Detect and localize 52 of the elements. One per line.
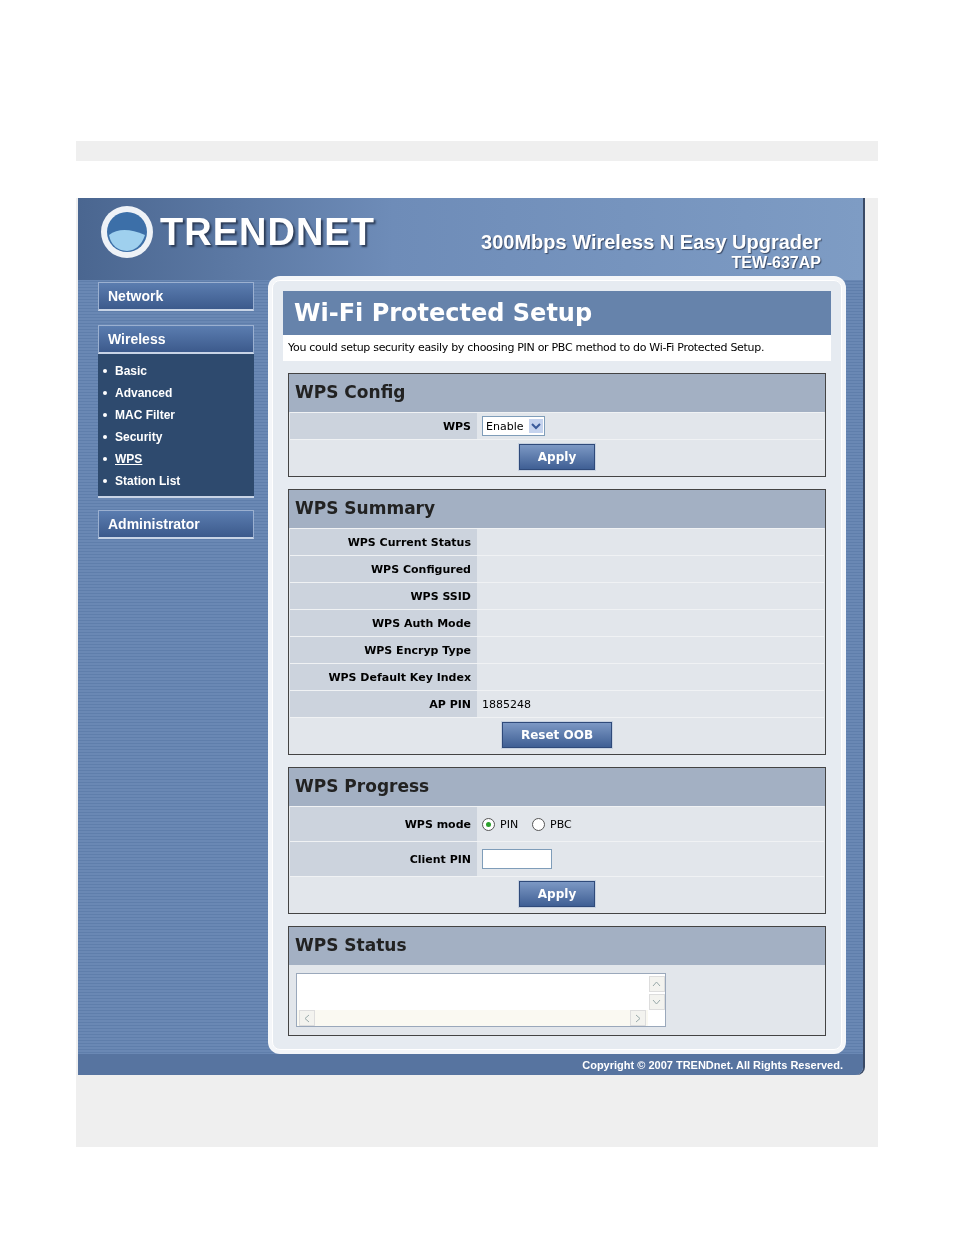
field-label: WPS mode [290,807,477,841]
bullet-icon [103,413,107,417]
field-label: WPS Auth Mode [290,610,477,636]
section-title: WPS Config [289,374,825,412]
bullet-icon [103,391,107,395]
section-title: WPS Progress [289,768,825,806]
section-title: WPS Status [289,927,825,965]
menu-group-button[interactable]: Wireless [98,325,254,354]
radio-button[interactable] [532,817,546,831]
scroll-down-icon[interactable] [648,994,665,1010]
field-value: 1885248 [482,697,531,711]
logo-icon [100,205,154,259]
bullet-icon [103,369,107,373]
copyright-text: Copyright © 2007 TRENDnet. All Rights Reserved. [582,1058,843,1071]
submenu-link[interactable]: Station List [115,474,181,488]
submenu-link[interactable]: MAC Filter [115,408,175,422]
status-log-box[interactable] [296,973,666,1027]
action-button[interactable]: Apply [518,444,596,470]
radio-label: PBC [550,817,572,831]
page-title: Wi-Fi Protected Setup [283,291,831,335]
bullet-icon [103,457,107,461]
field-label: WPS Default Key Index [290,664,477,690]
page-description: You could setup security easily by choosing PIN or PBC method to do Wi-Fi Protected Setup. [283,335,831,361]
scroll-up-icon[interactable] [648,976,665,992]
field-label: WPS Configured [290,556,477,582]
action-button[interactable]: Reset OOB [501,722,613,748]
field-label: WPS SSID [290,583,477,609]
scroll-right-icon[interactable] [630,1010,646,1026]
bullet-icon [103,479,107,483]
bullet-icon [103,435,107,439]
submenu-link[interactable]: WPS [115,452,143,466]
field-label: AP PIN [290,691,477,717]
client-pin-field[interactable] [482,849,552,869]
menu-group-button[interactable]: Administrator [98,510,254,539]
field-label: WPS [290,413,477,439]
field-label: Client PIN [290,842,477,876]
submenu-link[interactable]: Security [115,430,163,444]
model-name: TEW-637AP [731,254,821,272]
wps-dropdown[interactable]: Enable [482,416,546,436]
field-label: WPS Encryp Type [290,637,477,663]
radio-label: PIN [500,817,519,831]
caret-icon [529,419,544,433]
section-title: WPS Summary [289,490,825,528]
field-label: WPS Current Status [290,529,477,555]
action-button[interactable]: Apply [518,881,596,907]
submenu-link[interactable]: Basic [115,364,148,378]
radio-button[interactable] [482,817,495,831]
menu-group-button[interactable]: Network [98,282,254,311]
scroll-left-icon[interactable] [299,1010,315,1026]
brand-name: TRENDNET [160,210,375,254]
submenu-link[interactable]: Advanced [115,386,173,400]
product-name: 300Mbps Wireless N Easy Upgrader [481,231,821,254]
